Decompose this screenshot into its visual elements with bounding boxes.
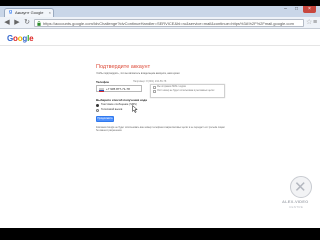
radio-option-label: Голосовой вызов: [101, 108, 123, 111]
page-content: Google Подтвердите аккаунт Чтобы подтвер…: [0, 30, 320, 228]
header-bar: Google: [0, 30, 320, 46]
google-favicon-icon: g: [8, 9, 13, 15]
browser-toolbar: ◀ ▶ ↻ https://accounts.google.com/IdvCha…: [0, 17, 320, 29]
window-controls: ‒ □ ×: [281, 6, 316, 13]
page-title: Подтвердите аккаунт: [96, 64, 151, 70]
url-text: https://accounts.google.com/IdvChallenge…: [43, 21, 294, 26]
back-button[interactable]: ◀: [3, 19, 11, 27]
screen: g Аккаунт Google × ‒ □ × ◀ ▶ ↻ https://a…: [0, 0, 320, 240]
radio-button-selected[interactable]: [96, 103, 99, 107]
tooltip-text: Этот номер не будет использован в реклам…: [157, 90, 215, 92]
radio-option-sms[interactable]: Текстовое сообщение (SMS): [96, 103, 137, 107]
continue-button[interactable]: Продолжить: [96, 116, 114, 122]
info-tooltip: Мы отправим SMS с кодом Этот номер не бу…: [150, 84, 225, 98]
checkbox-icon: [153, 86, 156, 89]
checkbox-icon: [153, 90, 156, 93]
method-label: Выберите способ получения кода: [96, 98, 147, 102]
phone-label: Телефон: [96, 80, 110, 84]
tab-title: Аккаунт Google: [15, 10, 44, 15]
bookmark-star-icon[interactable]: ☆: [306, 19, 312, 27]
browser-tab[interactable]: g Аккаунт Google ×: [4, 8, 54, 17]
lock-icon: [37, 21, 41, 26]
radio-option-voice[interactable]: Голосовой вызов: [96, 108, 122, 112]
radio-button[interactable]: [96, 108, 99, 112]
address-bar[interactable]: https://accounts.google.com/IdvChallenge…: [34, 19, 304, 27]
forward-button[interactable]: ▶: [13, 19, 21, 27]
tooltip-text: Мы отправим SMS с кодом: [157, 86, 186, 88]
watermark-x-icon: ✕: [294, 178, 307, 196]
intro-text: Чтобы подтвердить, что вы являетесь влад…: [96, 72, 180, 75]
tab-close-icon[interactable]: ×: [49, 10, 51, 15]
maximize-button[interactable]: □: [292, 6, 301, 13]
watermark-text: ALEX-VIDEO: [282, 199, 309, 204]
phone-input[interactable]: +7 905 877-71-78: [96, 85, 142, 92]
phone-value: +7 905 877-71-78: [106, 87, 130, 91]
tooltip-row: Этот номер не будет использован в реклам…: [151, 89, 224, 93]
google-logo[interactable]: Google: [7, 34, 34, 43]
reload-button[interactable]: ↻: [23, 19, 31, 27]
minimize-button[interactable]: ‒: [281, 6, 290, 13]
russia-flag-icon[interactable]: [99, 87, 104, 92]
menu-icon[interactable]: ≡: [313, 19, 317, 27]
privacy-note: Компания Google не будет использовать ва…: [96, 127, 225, 133]
tab-strip: g Аккаунт Google × ‒ □ ×: [0, 6, 320, 17]
browser-window: g Аккаунт Google × ‒ □ × ◀ ▶ ↻ https://a…: [0, 6, 320, 228]
watermark-subtext: CENTRE: [289, 205, 304, 209]
close-window-button[interactable]: ×: [303, 6, 316, 13]
watermark-logo: ✕ ALEX-VIDEO CENTRE: [282, 176, 318, 226]
mouse-cursor-icon: [132, 105, 138, 113]
